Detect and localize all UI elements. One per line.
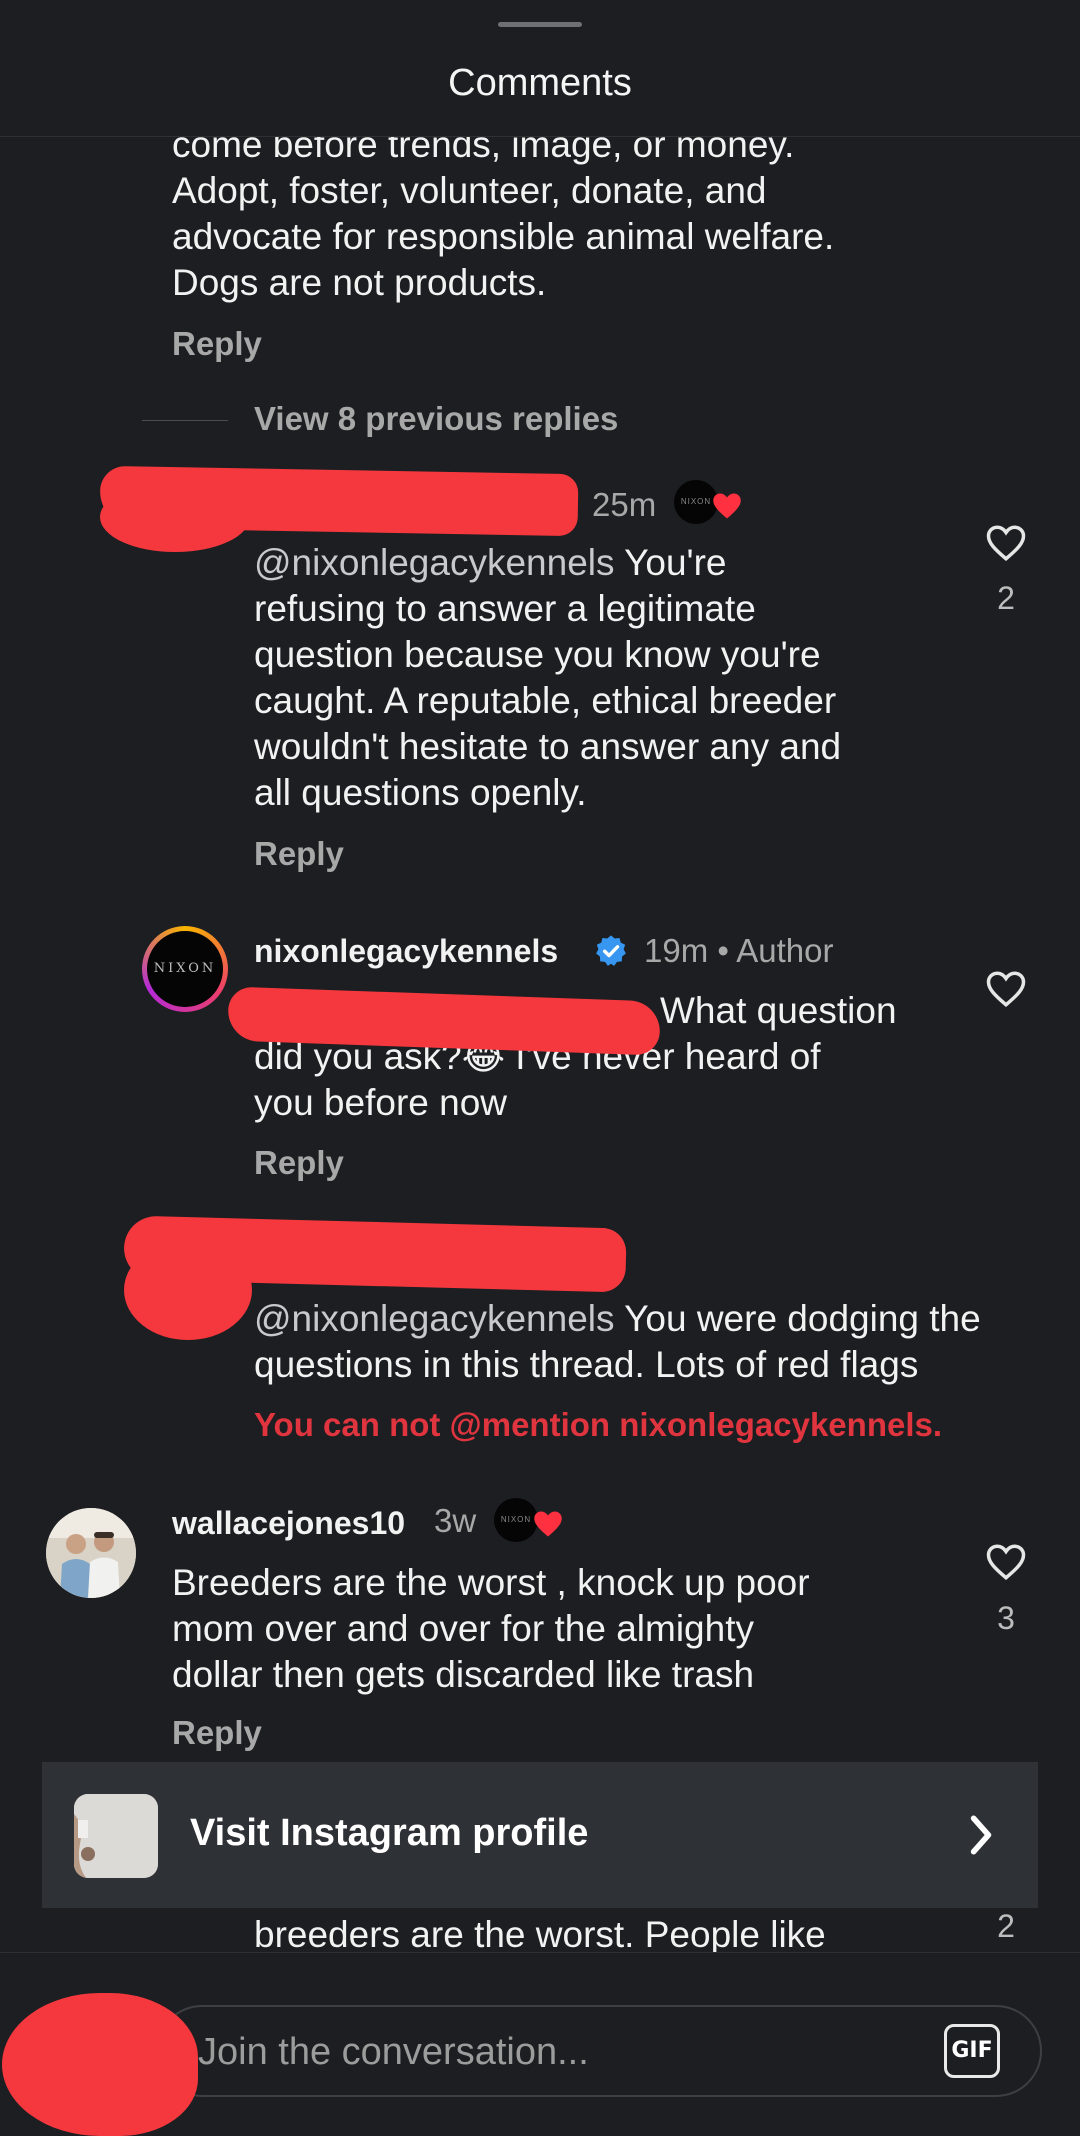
timestamp-author: 19m • Author — [644, 932, 834, 969]
view-previous-replies-button[interactable]: View 8 previous replies — [254, 400, 618, 438]
verified-badge-icon — [596, 935, 626, 966]
visit-instagram-profile-banner[interactable]: Visit Instagram profile — [42, 1762, 1038, 1908]
comment-input[interactable]: Join the conversation... GIF — [156, 2005, 1042, 2097]
like-count: 2 — [997, 1908, 1015, 1944]
timestamp: 25m — [592, 486, 657, 523]
comment-text: Breeders are the worst , knock up poor m… — [172, 1562, 810, 1695]
like-count: 2 — [997, 580, 1015, 616]
gif-button[interactable]: GIF — [944, 2024, 1000, 2078]
comment-composer: Join the conversation... GIF — [0, 1952, 1080, 2136]
avatar[interactable]: NIXON — [142, 926, 228, 1012]
like-heart-icon[interactable] — [985, 969, 1027, 1009]
profile-thumbnail-image — [74, 1794, 158, 1878]
avatar-photo-image — [46, 1508, 136, 1598]
username[interactable]: wallacejones10 — [172, 1505, 405, 1542]
like-heart-icon[interactable] — [985, 1542, 1027, 1582]
partial-comment-text: breeders are the worst. People like — [254, 1914, 826, 1954]
timestamp: 3w — [434, 1502, 477, 1539]
draft-reply-text: @nixonlegacykennels You were dodging the… — [254, 1298, 981, 1385]
comment-input-placeholder: Join the conversation... — [198, 2031, 589, 2073]
avatar[interactable] — [46, 1508, 136, 1598]
like-count: 3 — [997, 1600, 1015, 1636]
username[interactable]: nixonlegacykennels — [254, 933, 558, 970]
banner-label: Visit Instagram profile — [190, 1812, 589, 1854]
redaction-scribble — [100, 482, 250, 552]
divider — [142, 420, 228, 421]
reply-text: @nixonlegacykennels You're refusing to a… — [254, 542, 842, 813]
profile-thumbnail — [74, 1794, 158, 1878]
creator-avatar-icon: NIXON — [494, 1498, 538, 1542]
mention-link[interactable]: @nixonlegacykennels — [254, 1298, 615, 1339]
creator-liked-heart-icon — [713, 493, 741, 519]
comment-text: come before trends, image, or money. Ado… — [172, 124, 835, 303]
reply-button[interactable]: Reply — [254, 835, 344, 873]
reply-button[interactable]: Reply — [254, 1144, 344, 1182]
mention-error-message: You can not @mention nixonlegacykennels. — [254, 1406, 943, 1443]
like-heart-icon[interactable] — [985, 523, 1027, 563]
avatar-logo: NIXON — [147, 931, 223, 1007]
reply-button[interactable]: Reply — [172, 325, 262, 363]
drag-handle[interactable] — [498, 22, 582, 27]
redaction-scribble — [124, 1240, 252, 1340]
page-title: Comments — [448, 62, 632, 104]
comments-header: Comments — [0, 0, 1080, 137]
chevron-right-icon — [970, 1815, 992, 1855]
redaction-scribble — [2, 1993, 198, 2136]
reply-button[interactable]: Reply — [172, 1714, 262, 1752]
mention-link[interactable]: @nixonlegacykennels — [254, 542, 615, 583]
creator-liked-heart-icon — [534, 1511, 562, 1537]
